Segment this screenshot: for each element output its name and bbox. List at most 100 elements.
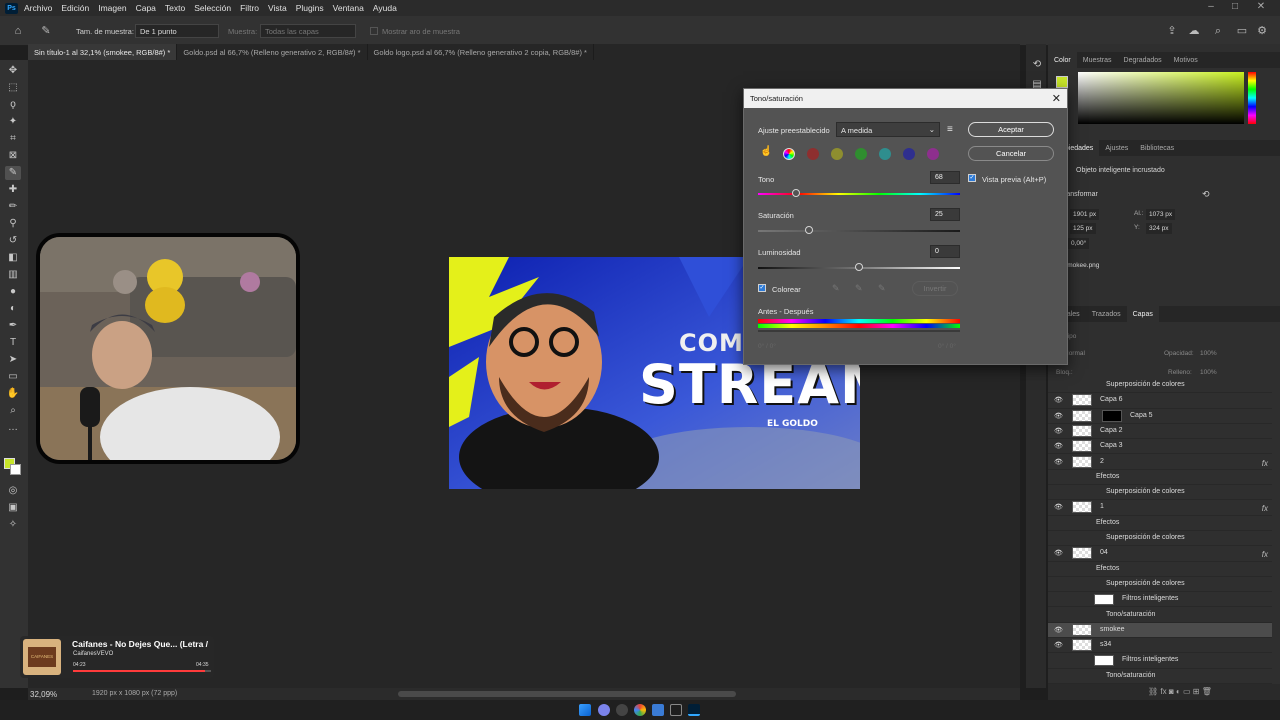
- visibility-eye-icon[interactable]: 👁: [1054, 549, 1063, 557]
- tab-swatches[interactable]: Muestras: [1077, 52, 1118, 68]
- eyedropper-tool-preset-icon[interactable]: ✎: [38, 23, 54, 39]
- menu-vista[interactable]: Vista: [268, 3, 287, 13]
- sample-size-select[interactable]: De 1 punto: [135, 24, 219, 38]
- channel-swatch[interactable]: [879, 148, 891, 160]
- fx-indicator-icon[interactable]: fx: [1262, 459, 1268, 468]
- terminal-icon[interactable]: [670, 704, 682, 716]
- sample-layers-select[interactable]: Todas las capas: [260, 24, 356, 38]
- fx-icon[interactable]: fx: [1160, 687, 1168, 696]
- preview-checkbox[interactable]: ✓: [968, 174, 976, 182]
- group-icon[interactable]: ▭: [1183, 687, 1193, 696]
- marquee-tool-icon[interactable]: ⬚: [5, 81, 21, 95]
- lightness-slider-knob[interactable]: [855, 263, 863, 271]
- eyedropper-tool-icon[interactable]: ✎: [5, 166, 21, 180]
- menu-imagen[interactable]: Imagen: [98, 3, 126, 13]
- tab-patterns[interactable]: Motivos: [1168, 52, 1204, 68]
- share-icon[interactable]: ⇪: [1164, 23, 1180, 39]
- hue-slider-track[interactable]: [758, 193, 960, 195]
- channel-swatch[interactable]: [807, 148, 819, 160]
- history-brush-tool-icon[interactable]: ↺: [5, 234, 21, 248]
- reset-transform-icon[interactable]: ⟲: [1202, 189, 1210, 200]
- layer-row[interactable]: 👁 2 fx: [1048, 455, 1272, 470]
- move-tool-icon[interactable]: ✥: [5, 64, 21, 78]
- minimize-window-button[interactable]: –: [1200, 0, 1222, 16]
- trash-icon[interactable]: 🗑: [1202, 687, 1212, 696]
- tab-gradients[interactable]: Degradados: [1118, 52, 1168, 68]
- target-adjustment-hand-icon[interactable]: ☝: [760, 146, 772, 157]
- path-selection-tool-icon[interactable]: ➤: [5, 353, 21, 367]
- x-field[interactable]: 125 px: [1070, 223, 1096, 234]
- adjustment-icon[interactable]: ◐: [1176, 687, 1183, 696]
- new-layer-icon[interactable]: ⊞: [1193, 687, 1202, 696]
- layer-row[interactable]: Efectos: [1048, 470, 1272, 486]
- layer-row[interactable]: Tono/saturación: [1048, 669, 1272, 684]
- tab-color[interactable]: Color: [1048, 52, 1077, 68]
- mini-player[interactable]: CAIFANES Caifanes - No Dejes Que... (Let…: [20, 636, 214, 678]
- menu-edicion[interactable]: Edición: [61, 3, 89, 13]
- visibility-eye-icon[interactable]: 👁: [1054, 396, 1063, 404]
- file-explorer-icon[interactable]: [652, 704, 664, 716]
- more-tools-icon[interactable]: …: [5, 421, 21, 435]
- history-panel-icon[interactable]: ⟲: [1029, 58, 1045, 72]
- chrome-icon[interactable]: [634, 704, 646, 716]
- magic-wand-tool-icon[interactable]: ✦: [5, 115, 21, 129]
- generative-icon[interactable]: ✧: [5, 518, 21, 532]
- mask-icon[interactable]: ◙: [1169, 687, 1176, 696]
- layer-row[interactable]: Superposición de colores: [1048, 577, 1272, 593]
- colorize-checkbox[interactable]: ✓: [758, 284, 766, 292]
- frame-tool-icon[interactable]: ⊠: [5, 149, 21, 163]
- dodge-tool-icon[interactable]: ◐: [5, 302, 21, 316]
- color-panel-foreground-swatch[interactable]: [1056, 76, 1068, 88]
- show-ring-checkbox[interactable]: [370, 27, 378, 35]
- blur-tool-icon[interactable]: ●: [5, 285, 21, 299]
- color-field[interactable]: [1078, 72, 1244, 124]
- pen-tool-icon[interactable]: ✒: [5, 319, 21, 333]
- layer-row[interactable]: 👁 Capa 5: [1048, 409, 1272, 424]
- zoom-level[interactable]: 32,09%: [30, 690, 57, 699]
- visibility-eye-icon[interactable]: 👁: [1054, 641, 1063, 649]
- horizontal-scrollbar[interactable]: [398, 691, 736, 697]
- search-icon[interactable]: ⌕: [1210, 23, 1226, 39]
- height-field[interactable]: 1073 px: [1146, 209, 1176, 220]
- visibility-eye-icon[interactable]: 👁: [1054, 427, 1063, 435]
- saturation-slider-knob[interactable]: [804, 226, 813, 234]
- menu-capa[interactable]: Capa: [136, 3, 156, 13]
- menu-texto[interactable]: Texto: [165, 3, 185, 13]
- brush-tool-icon[interactable]: ✏: [5, 200, 21, 214]
- gradient-tool-icon[interactable]: ▥: [5, 268, 21, 282]
- workspace-icon[interactable]: ▭: [1234, 23, 1250, 39]
- layer-row[interactable]: 👁 s34: [1048, 638, 1272, 654]
- visibility-eye-icon[interactable]: 👁: [1054, 626, 1063, 634]
- layer-row[interactable]: Efectos: [1048, 516, 1272, 531]
- tab-layers[interactable]: Capas: [1126, 306, 1159, 322]
- layer-row[interactable]: Tono/saturación: [1048, 608, 1272, 623]
- eyedropper-minus-icon[interactable]: ✎: [878, 283, 886, 294]
- menu-ayuda[interactable]: Ayuda: [373, 3, 397, 13]
- width-field[interactable]: 1901 px: [1070, 209, 1100, 220]
- ok-button[interactable]: Aceptar: [968, 122, 1054, 137]
- home-icon[interactable]: ⌂: [10, 23, 26, 39]
- settings-icon[interactable]: ⚙: [1254, 23, 1270, 39]
- close-window-button[interactable]: ✕: [1250, 0, 1272, 16]
- screen-mode-icon[interactable]: ▣: [5, 501, 21, 515]
- background-color-swatch[interactable]: [10, 464, 21, 475]
- visibility-eye-icon[interactable]: 👁: [1054, 503, 1063, 511]
- healing-brush-tool-icon[interactable]: ✚: [5, 183, 21, 197]
- document-info[interactable]: 1920 px x 1080 px (72 ppp): [92, 690, 177, 697]
- doc-tab-goldo[interactable]: Goldo.psd al 66,7% (Relleno generativo 2…: [177, 44, 368, 60]
- opacity-value[interactable]: 100%: [1200, 350, 1217, 357]
- hue-input[interactable]: 68: [930, 171, 960, 184]
- layer-row[interactable]: Superposición de colores: [1048, 531, 1272, 547]
- lasso-tool-icon[interactable]: ϙ: [5, 98, 21, 112]
- layer-row[interactable]: 👁 Capa 3: [1048, 439, 1272, 455]
- zoom-tool-icon[interactable]: ⌕: [5, 404, 21, 418]
- cloud-icon[interactable]: ☁: [1186, 23, 1202, 39]
- layer-row[interactable]: 👁 Capa 6: [1048, 393, 1272, 409]
- menu-filtro[interactable]: Filtro: [240, 3, 259, 13]
- invert-button[interactable]: Invertir: [912, 281, 958, 296]
- layer-row[interactable]: Efectos: [1048, 562, 1272, 577]
- visibility-eye-icon[interactable]: 👁: [1054, 442, 1063, 450]
- channel-swatch[interactable]: [855, 148, 867, 160]
- menu-ventana[interactable]: Ventana: [333, 3, 364, 13]
- maximize-window-button[interactable]: □: [1224, 0, 1246, 16]
